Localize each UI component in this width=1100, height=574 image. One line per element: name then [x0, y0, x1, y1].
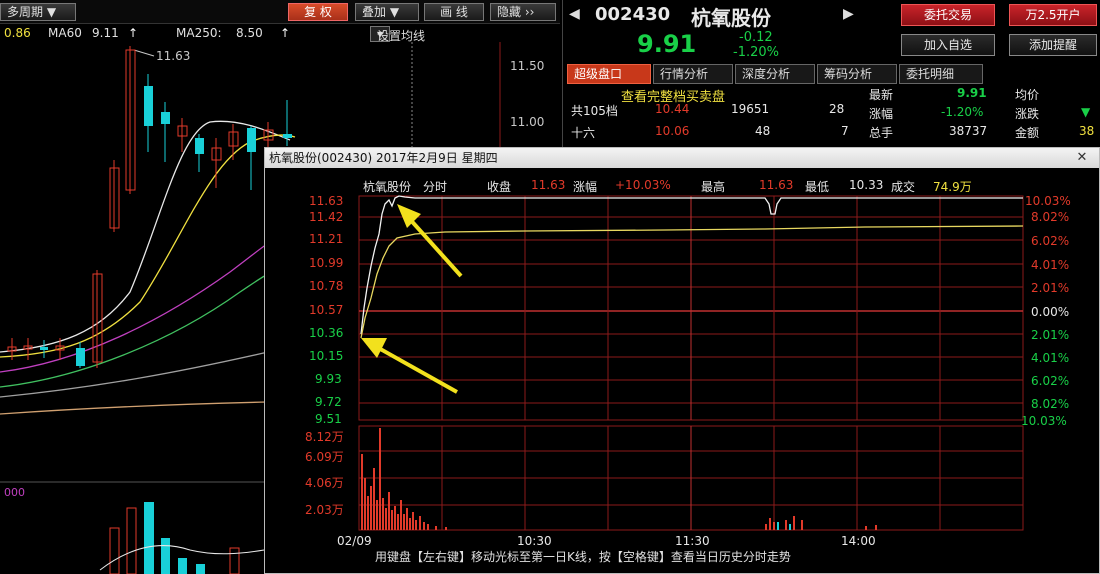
ma-legend: 0.86 MA60 9.11 ↑ MA250: 8.50 ↑ 设置均线 ▾	[0, 26, 560, 43]
intraday-grid	[358, 195, 1024, 531]
ma250-value: 8.50	[236, 26, 263, 40]
intraday-volume-bars	[361, 428, 877, 530]
tab-chip-analysis[interactable]: 筹码分析	[817, 64, 897, 84]
ma60-value: 9.11	[92, 26, 119, 40]
queue-row-volume: 19651	[731, 102, 770, 116]
next-stock-icon[interactable]: ▶	[843, 6, 854, 22]
kline-price-tick: 11.00	[510, 115, 544, 129]
open-account-label: 万2.5开户	[1025, 8, 1081, 22]
ma250-label: MA250:	[176, 26, 222, 40]
open-account-button[interactable]: 万2.5开户	[1009, 4, 1097, 26]
double-chevron-icon: ››	[524, 5, 535, 19]
volume-bars	[109, 502, 240, 574]
candle	[144, 86, 153, 126]
candle	[247, 128, 256, 152]
quote-panel: ◀ 002430 杭氧股份 ▶ 委托交易 万2.5开户 9.91 -0.12 -…	[562, 0, 1100, 150]
arrow-up-icon: ↑	[128, 26, 139, 40]
tab-super-quote[interactable]: 超级盘口	[567, 64, 651, 84]
annotation-arrow	[361, 338, 458, 394]
queue-row-label: 共105档	[571, 104, 618, 118]
tab-label: 深度分析	[742, 67, 791, 81]
kline-price-tick: 11.50	[510, 59, 544, 73]
hide-button[interactable]: 隐藏 ››	[490, 3, 556, 21]
ma-prev-value: 0.86	[4, 26, 31, 40]
stat-label: 总手	[869, 126, 894, 140]
tab-label: 超级盘口	[574, 67, 623, 81]
add-watchlist-button[interactable]: 加入自选	[901, 34, 995, 56]
intraday-volume-bars-down	[777, 522, 791, 530]
prev-stock-icon[interactable]: ◀	[569, 6, 580, 22]
price-change-pct: -1.20%	[733, 45, 779, 60]
kline-toolbar: 多周期 ▼ 复 权 叠加 ▼ 画 线 隐藏 ››	[0, 0, 560, 24]
stock-name: 杭氧股份	[691, 6, 771, 30]
candle	[195, 138, 204, 154]
stat-value: 38	[1079, 124, 1095, 138]
ma-line-tan	[0, 401, 269, 415]
tab-label: 行情分析	[660, 67, 709, 81]
tab-label: 委托明细	[906, 67, 955, 81]
kline-high-label: 11.63	[156, 49, 190, 63]
queue-row-price: 10.06	[655, 124, 690, 138]
stat-label: 金额	[1015, 126, 1040, 140]
stat-label: 均价	[1015, 88, 1040, 102]
candle	[76, 348, 85, 366]
overlay-label: 叠加	[362, 5, 387, 19]
add-alert-button[interactable]: 添加提醒	[1009, 34, 1097, 56]
last-price: 9.91	[637, 30, 697, 58]
stat-value: 38737	[949, 124, 988, 138]
queue-row-label: 十六	[571, 126, 596, 140]
period-label: 多周期	[7, 5, 44, 19]
ma-settings-button[interactable]: 设置均线 ▾	[370, 26, 425, 43]
overlay-button[interactable]: 叠加 ▼	[355, 3, 419, 21]
queue-row-price: 10.44	[655, 102, 690, 116]
subchart-label: 000	[4, 486, 25, 499]
candle	[283, 134, 292, 138]
chevron-down-icon: ▼	[389, 5, 400, 19]
drawline-button[interactable]: 画 线	[424, 3, 484, 21]
entrust-trade-label: 委托交易	[923, 8, 972, 22]
tab-market-analysis[interactable]: 行情分析	[653, 64, 733, 84]
intraday-avg-line	[360, 225, 1024, 339]
stat-label: 涨跌	[1015, 107, 1040, 121]
intraday-chart[interactable]	[265, 148, 1099, 573]
chevron-down-icon: ▼	[46, 5, 57, 19]
intraday-popup: 杭氧股份(002430) 2017年2月9日 星期四 ✕ 杭氧股份 分时 收盘 …	[264, 147, 1100, 574]
tab-depth-analysis[interactable]: 深度分析	[735, 64, 815, 84]
candle	[40, 347, 48, 350]
queue-row-volume: 48	[755, 124, 771, 138]
price-change: -0.12	[739, 30, 773, 45]
queue-row-count: 7	[841, 124, 849, 138]
stat-value: 9.91	[957, 86, 987, 100]
tab-entrust-detail[interactable]: 委托明细	[899, 64, 983, 84]
rights-button[interactable]: 复 权	[288, 3, 348, 21]
candle	[161, 112, 170, 124]
stock-code: 002430	[595, 4, 671, 25]
rights-label: 复 权	[304, 5, 332, 19]
ma-line-gray	[0, 351, 269, 398]
tab-label: 筹码分析	[824, 67, 873, 81]
candles	[7, 46, 292, 368]
arrow-up-icon: ↑	[280, 26, 291, 40]
kline-high-pointer	[133, 49, 155, 57]
period-dropdown[interactable]: 多周期 ▼	[0, 3, 76, 21]
popup-hint: 用键盘【左右键】移动光标至第一日K线，按【空格键】查看当日历史分时走势	[375, 548, 791, 565]
entrust-trade-button[interactable]: 委托交易	[901, 4, 995, 26]
add-alert-label: 添加提醒	[1028, 38, 1077, 52]
hide-label: 隐藏	[497, 5, 522, 19]
ma60-label: MA60	[48, 26, 82, 40]
stat-value: -1.20%	[941, 105, 984, 119]
stat-label: 涨幅	[869, 107, 894, 121]
drawline-label: 画 线	[440, 5, 468, 19]
down-arrow-icon: ▼	[1081, 105, 1091, 119]
add-watchlist-label: 加入自选	[923, 38, 972, 52]
stat-label: 最新	[869, 88, 894, 102]
ma-line-white	[0, 120, 291, 353]
popup-hint-text: 用键盘【左右键】移动光标至第一日K线，按【空格键】查看当日历史分时走势	[375, 550, 791, 564]
queue-row-count: 28	[829, 102, 845, 116]
